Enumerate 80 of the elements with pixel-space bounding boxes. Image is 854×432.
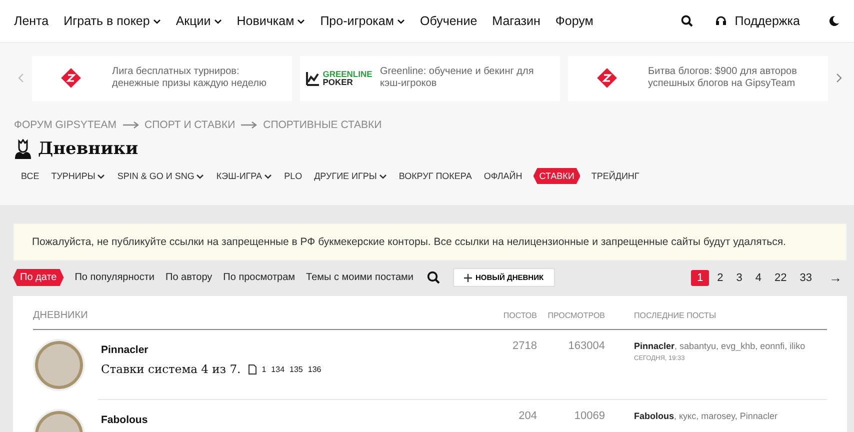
person-icon xyxy=(14,139,32,159)
category-tab[interactable]: ВОКРУГ ПОКЕРА xyxy=(398,169,473,183)
next-page-link[interactable]: → xyxy=(824,268,847,287)
search-icon xyxy=(426,271,440,284)
author-link[interactable]: Pinnacler xyxy=(101,344,148,356)
search-icon xyxy=(680,15,693,27)
nav-link[interactable]: Акции xyxy=(176,14,222,28)
category-tab[interactable]: SPIN & GO И SNG xyxy=(116,169,206,183)
sort-tab[interactable]: Темы с моими постами xyxy=(306,272,414,283)
caret-icon xyxy=(214,18,222,24)
avatar[interactable] xyxy=(33,339,85,391)
caret-icon xyxy=(297,18,306,24)
last-posters: Pinnacler, sabantyu, evg_khb, eonnfi, iliko xyxy=(634,340,806,351)
sort-tab[interactable]: По просмотрам xyxy=(223,272,296,283)
page-title: Дневники xyxy=(38,139,138,159)
chart-logo-icon xyxy=(306,70,320,86)
sort-tab[interactable]: По дате xyxy=(13,269,64,286)
column-header: ПОСТОВ xyxy=(502,311,537,320)
moon-icon xyxy=(828,15,840,27)
banner-text: Greenline: обучение и бекинг для кэш-игроков xyxy=(380,66,535,90)
banner-card[interactable]: GREENLINE POKER Greenline: обучение и бекинг для кэш-игроков xyxy=(300,56,560,100)
category-tab[interactable]: КЭШ-ИГРА xyxy=(215,169,274,183)
last-posters: Fabolous, кукс, marosey, Pinnacler xyxy=(634,410,778,421)
caret-icon xyxy=(97,172,106,180)
nav-link[interactable]: Обучение xyxy=(420,14,478,28)
category-tab[interactable]: ТУРНИРЫ xyxy=(50,169,106,183)
nav-link[interactable]: Магазин xyxy=(492,14,540,28)
page-link[interactable]: 22 xyxy=(770,270,792,286)
column-header: ПОСЛЕДНИЕ ПОСТЫ xyxy=(633,311,718,320)
topic-page-link[interactable]: 135 xyxy=(290,364,303,374)
page-link[interactable]: 1 xyxy=(691,270,710,286)
category-tab[interactable]: ДРУГИЕ ИГРЫ xyxy=(313,169,388,183)
logo-text: GREENLINE xyxy=(322,70,372,78)
logo-text: POKER xyxy=(322,78,353,86)
category-tab[interactable]: PLO xyxy=(283,169,304,183)
nav-link[interactable]: Лента xyxy=(14,14,49,28)
chevron-right-icon xyxy=(836,73,842,83)
search-button[interactable] xyxy=(424,271,442,284)
caret-icon xyxy=(152,18,161,24)
topic-page-link[interactable]: 134 xyxy=(271,364,285,374)
caret-icon xyxy=(396,18,405,24)
caret-icon xyxy=(264,172,272,180)
post-count: 204 xyxy=(518,409,537,422)
sort-tab[interactable]: По популярности xyxy=(74,272,154,283)
plus-icon xyxy=(464,274,472,282)
page-link[interactable]: 4 xyxy=(750,270,766,286)
chevron-left-icon xyxy=(18,73,24,83)
column-header: ДНЕВНИКИ xyxy=(33,310,89,321)
headset-icon xyxy=(714,15,727,27)
category-tab[interactable]: СТАВКИ xyxy=(533,168,580,184)
topic-page-link[interactable]: 136 xyxy=(308,364,322,374)
author-link[interactable]: Fabolous xyxy=(101,414,148,426)
page-link[interactable]: 3 xyxy=(731,270,748,286)
topic-page-link[interactable]: 1 xyxy=(262,364,266,374)
post-count: 2718 xyxy=(512,339,537,352)
category-tab[interactable]: ОФЛАЙН xyxy=(482,169,524,183)
topic-link[interactable]: Ставки система 4 из 7. xyxy=(101,362,241,376)
view-count: 163004 xyxy=(567,339,605,352)
sort-tab[interactable]: По автору xyxy=(166,272,212,283)
arrow-right-icon xyxy=(122,121,140,129)
page-link[interactable]: 33 xyxy=(794,270,817,286)
page-icon xyxy=(248,364,257,374)
category-tab[interactable]: ВСЕ xyxy=(20,169,40,183)
nav-link[interactable]: Играть в покер xyxy=(64,14,161,28)
category-tab[interactable]: ТРЕЙДИНГ xyxy=(590,169,640,183)
support-link[interactable]: Поддержка xyxy=(714,14,806,28)
banner-text: Битва блогов: $900 для авторов успешных блогов на GipsyTeam xyxy=(648,66,798,90)
column-header: ПРОСМОТРОВ xyxy=(546,311,605,320)
banner-card[interactable]: Битва блогов: $900 для авторов успешных блогов на GipsyTeam xyxy=(568,56,828,100)
arrow-right-icon xyxy=(240,121,258,129)
notice-banner: Пожалуйста, не публикуйте ссылки на запрещенные в РФ букмекерские конторы. Все ссылки на нелицензионные и запрещенные сайты будут удаляться. xyxy=(13,223,847,261)
nav-link[interactable]: Новичкам xyxy=(236,14,306,28)
caret-icon xyxy=(378,172,387,180)
banner-card[interactable]: Лига бесплатных турниров: денежные призы каждую неделю xyxy=(32,56,292,100)
page-link[interactable]: 2 xyxy=(712,270,728,286)
nav-link[interactable]: Форум xyxy=(555,14,594,28)
banner-text: Лига бесплатных турниров: денежные призы каждую неделю xyxy=(112,66,268,90)
caret-icon xyxy=(196,172,204,180)
view-count: 10069 xyxy=(573,409,605,422)
nav-link[interactable]: Про-игрокам xyxy=(320,14,405,28)
